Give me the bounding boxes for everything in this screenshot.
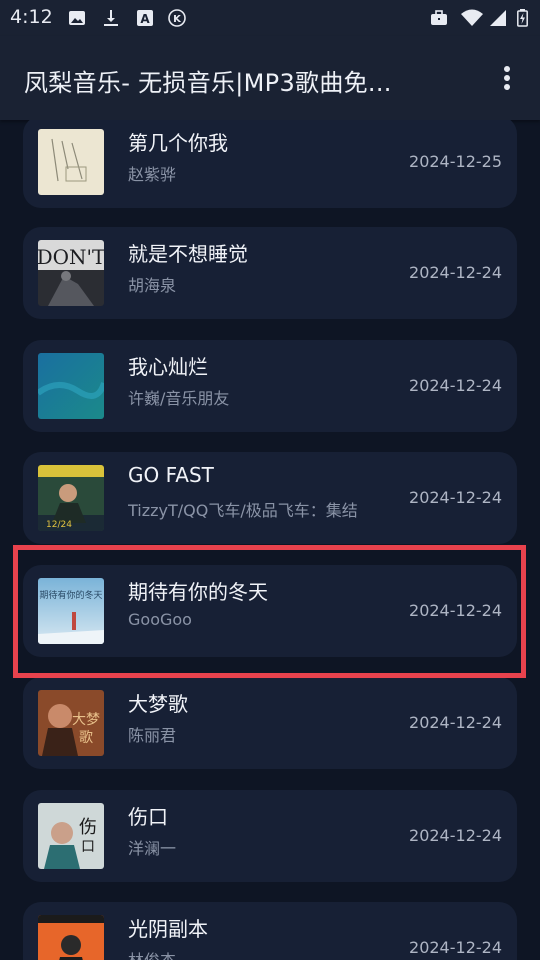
svg-text:A: A <box>140 12 150 26</box>
svg-text:DON'T: DON'T <box>38 245 104 269</box>
k-circle-icon: K <box>168 9 186 27</box>
song-title: 我心灿烂 <box>128 355 208 379</box>
app-title: 凤梨音乐- 无损音乐|MP3歌曲免... <box>24 69 392 97</box>
song-title: 第几个你我 <box>128 131 228 155</box>
song-row[interactable]: 12/24 GO FAST TizzyT/QQ飞车/极品飞车：集结 2024-1… <box>23 452 517 544</box>
song-date: 2024-12-24 <box>409 713 502 732</box>
song-date: 2024-12-24 <box>409 376 502 395</box>
album-cover: 大梦 歌 <box>38 690 104 756</box>
song-date: 2024-12-24 <box>409 263 502 282</box>
song-artist: 陈丽君 <box>128 726 177 745</box>
album-cover <box>38 129 104 195</box>
svg-text:伤: 伤 <box>79 817 97 838</box>
wifi-icon <box>461 9 483 26</box>
song-title: GO FAST <box>128 463 214 487</box>
song-artist: 许巍/音乐朋友 <box>128 389 230 408</box>
song-title: 伤口 <box>128 805 168 829</box>
download-icon <box>104 10 118 26</box>
song-date: 2024-12-24 <box>409 488 502 507</box>
image-icon <box>69 11 85 25</box>
svg-text:12/24: 12/24 <box>46 520 72 530</box>
a-badge-icon: A <box>137 10 153 26</box>
song-artist: TizzyT/QQ飞车/极品飞车：集结 <box>128 501 358 520</box>
album-cover: 12/24 <box>38 465 104 531</box>
svg-text:大梦: 大梦 <box>72 712 100 728</box>
status-bar: 4:12 A K <box>0 0 540 36</box>
song-title: 大梦歌 <box>128 692 188 716</box>
song-artist: 林俊杰 <box>128 947 176 960</box>
song-row[interactable]: 我心灿烂 许巍/音乐朋友 2024-12-24 <box>23 340 517 432</box>
song-artist: 赵紫骅 <box>128 165 177 184</box>
song-row[interactable]: DON'T 就是不想睡觉 胡海泉 2024-12-24 <box>23 227 517 319</box>
svg-text:口: 口 <box>81 839 95 855</box>
battery-icon <box>517 9 528 27</box>
more-vert-icon[interactable] <box>492 62 522 94</box>
selection-highlight <box>13 545 526 678</box>
signal-icon <box>490 10 506 26</box>
song-date: 2024-12-24 <box>409 826 502 845</box>
song-date: 2024-12-25 <box>409 152 502 171</box>
svg-text:歌: 歌 <box>79 730 93 746</box>
album-cover: 伤 口 <box>38 803 104 869</box>
app-bar: 凤梨音乐- 无损音乐|MP3歌曲免... <box>0 36 540 120</box>
song-row[interactable]: 第几个你我 赵紫骅 2024-12-25 <box>23 120 517 208</box>
album-cover <box>38 915 104 960</box>
song-row[interactable]: 伤 口 伤口 洋澜一 2024-12-24 <box>23 790 517 882</box>
svg-text:K: K <box>173 14 182 25</box>
song-list[interactable]: 第几个你我 赵紫骅 2024-12-25 DON'T 就是不想睡觉 胡海泉 20… <box>0 120 540 960</box>
song-date: 2024-12-24 <box>409 938 502 957</box>
song-title: 光阴副本 <box>128 917 208 941</box>
song-artist: 胡海泉 <box>128 276 177 295</box>
album-cover <box>38 353 104 419</box>
status-time: 4:12 <box>10 6 53 28</box>
briefcase-icon <box>431 10 447 25</box>
song-artist: 洋澜一 <box>128 839 177 858</box>
song-title: 就是不想睡觉 <box>128 242 248 266</box>
album-cover: DON'T <box>38 240 104 306</box>
song-row[interactable]: 光阴副本 林俊杰 2024-12-24 <box>23 902 517 960</box>
song-row[interactable]: 大梦 歌 大梦歌 陈丽君 2024-12-24 <box>23 677 517 769</box>
